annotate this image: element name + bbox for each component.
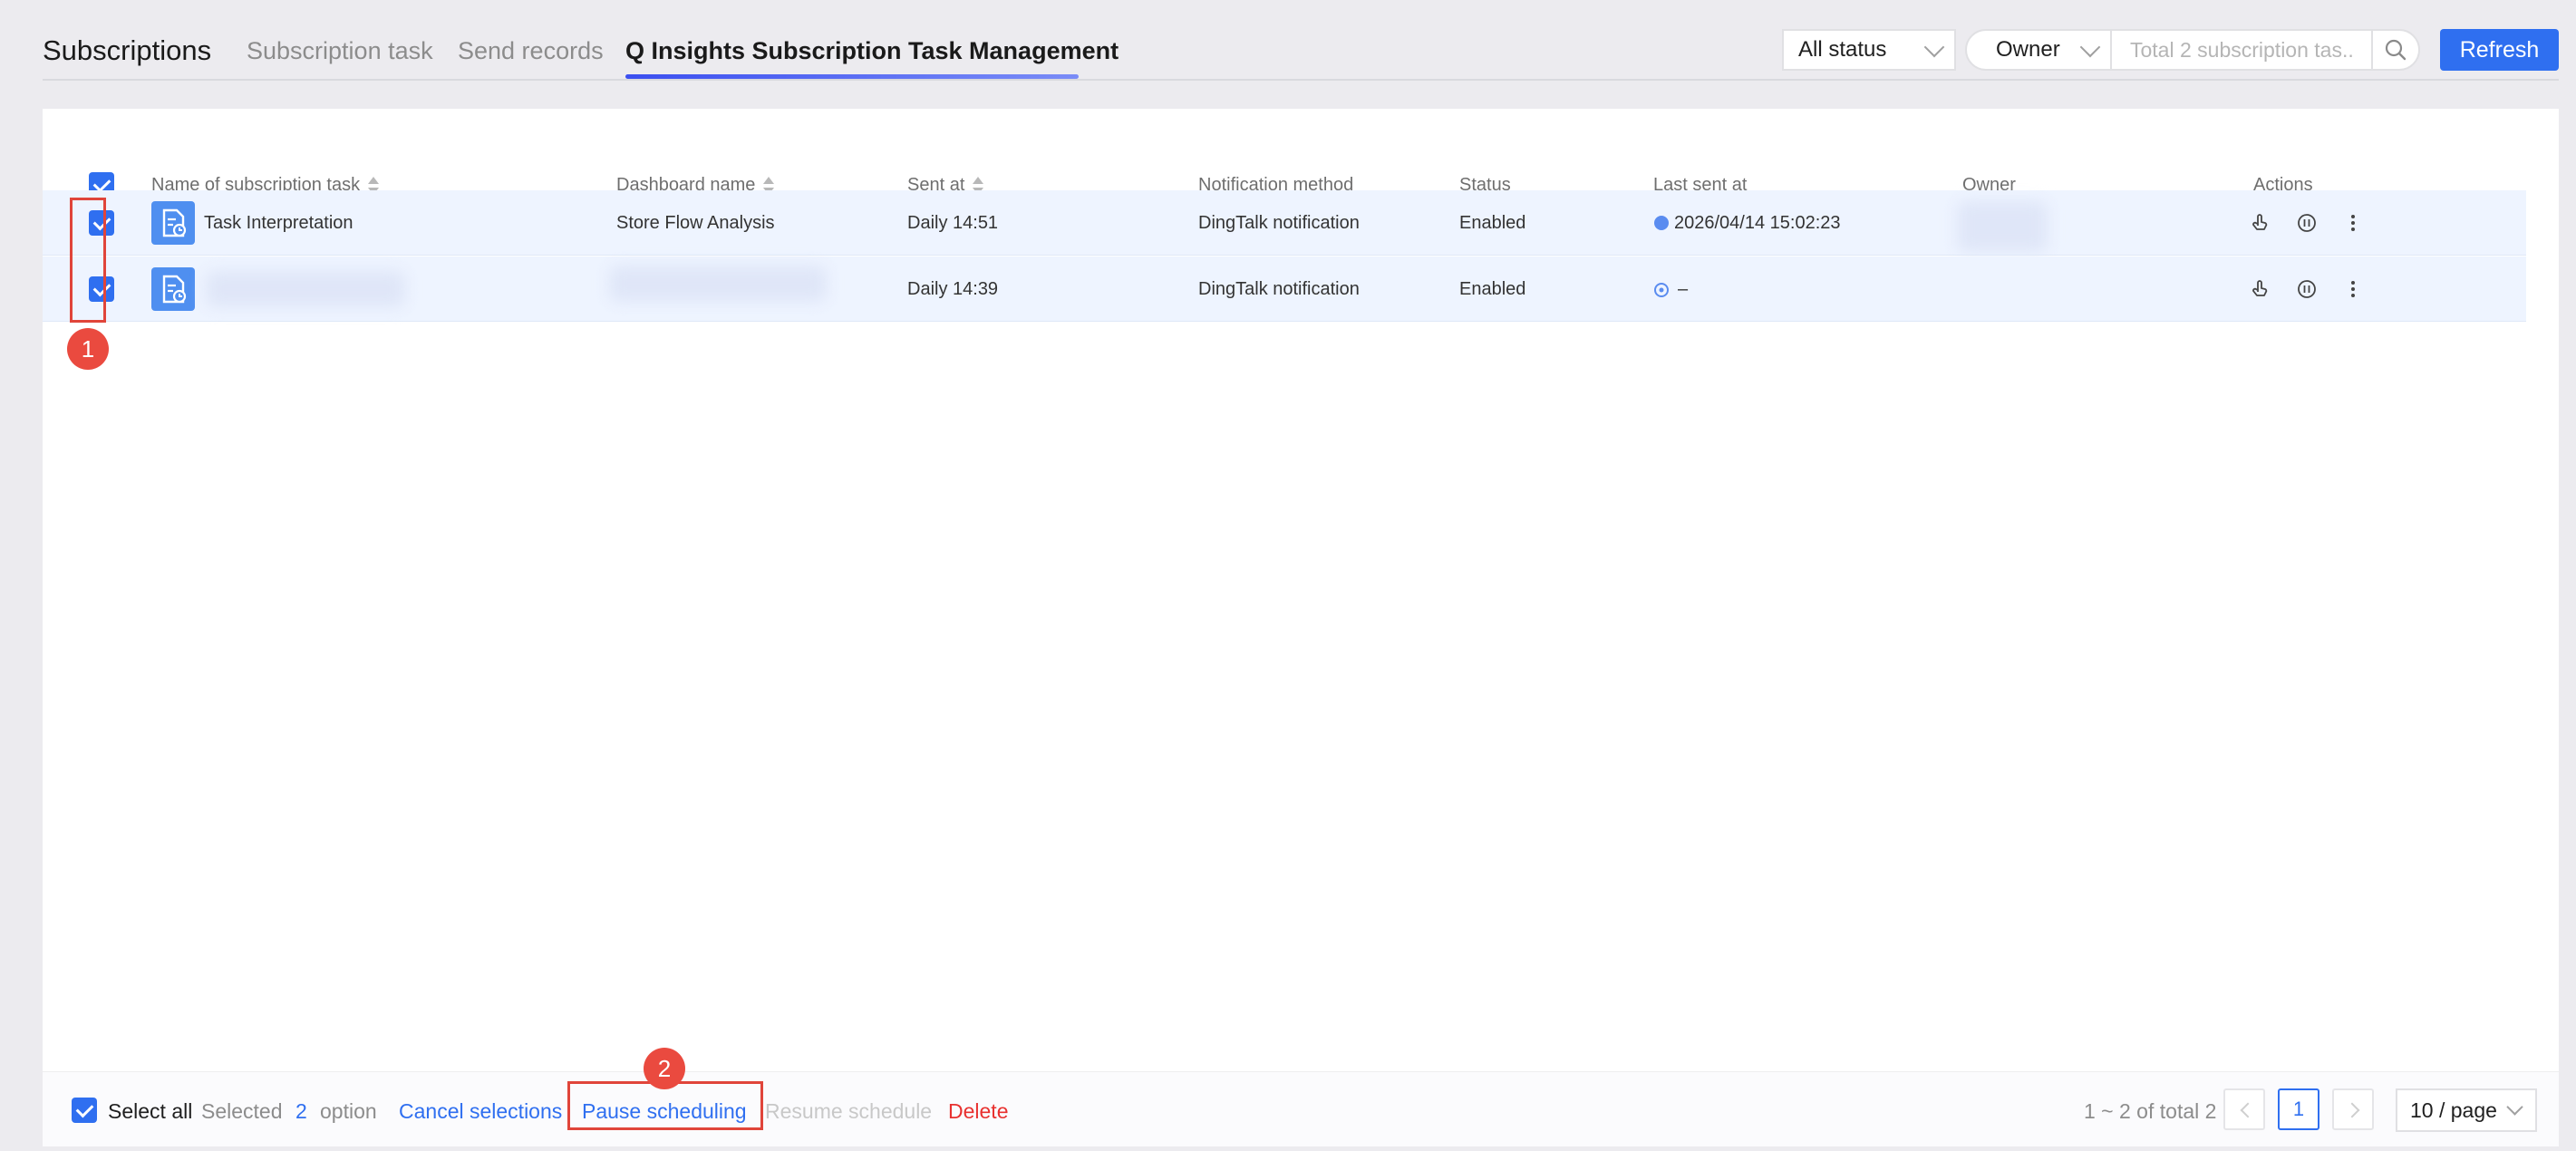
tab-q-insights-management[interactable]: Q Insights Subscription Task Management: [625, 34, 1119, 67]
sent-status-dot-icon: [1654, 216, 1669, 230]
page-size-value: 10 / page: [2410, 1098, 2497, 1122]
header-divider: [43, 79, 2559, 81]
owner-filter-select[interactable]: Owner: [1965, 29, 2112, 71]
pause-icon[interactable]: [2294, 210, 2319, 236]
next-page-button[interactable]: [2332, 1088, 2374, 1130]
annotation-highlight-row-checkboxes: [70, 198, 106, 323]
owner-filter-value: Owner: [1996, 37, 2060, 62]
sent-at: Daily 14:39: [907, 279, 999, 299]
selected-count: 2: [295, 1099, 307, 1123]
push-icon[interactable]: [2248, 276, 2273, 302]
select-all-label[interactable]: Select all: [108, 1098, 192, 1125]
page-size-select[interactable]: 10 / page: [2396, 1088, 2537, 1132]
task-table-panel: Name of subscription task Dashboard name…: [43, 109, 2559, 1146]
search-button[interactable]: [2371, 29, 2420, 71]
report-icon: [151, 201, 195, 245]
chevron-down-icon: [2506, 1098, 2523, 1116]
dashboard-name-redacted: [609, 266, 827, 302]
last-sent-at: 2026/04/14 15:02:23: [1674, 213, 1841, 233]
more-icon[interactable]: [2340, 276, 2366, 302]
chevron-down-icon: [2079, 36, 2101, 58]
refresh-button[interactable]: Refresh: [2440, 29, 2559, 71]
cancel-selections-button[interactable]: Cancel selections: [399, 1098, 562, 1125]
selected-suffix: option: [320, 1099, 377, 1123]
last-sent-at: –: [1678, 279, 1689, 299]
delete-button[interactable]: Delete: [948, 1098, 1008, 1125]
search-input[interactable]: [2110, 29, 2373, 71]
tab-send-records[interactable]: Send records: [458, 34, 604, 67]
bulk-action-bar: Select all Selected 2 option Cancel sele…: [43, 1071, 2559, 1146]
notification-method: DingTalk notification: [1198, 279, 1360, 299]
status-text: Enabled: [1459, 213, 1526, 233]
prev-page-button[interactable]: [2223, 1088, 2265, 1130]
owner-avatar-redacted: [1957, 201, 2048, 252]
pending-status-icon: [1654, 283, 1669, 297]
status-filter-value: All status: [1798, 37, 1887, 62]
page-number-current[interactable]: 1: [2278, 1088, 2319, 1130]
annotation-badge-2: 2: [644, 1048, 685, 1089]
report-icon: [151, 267, 195, 311]
table-row[interactable]: Task Interpretation Store Flow Analysis …: [43, 190, 2526, 256]
page-header: Subscriptions Subscription task Send rec…: [0, 0, 2576, 82]
pause-icon[interactable]: [2294, 276, 2319, 302]
task-name[interactable]: Task Interpretation: [204, 190, 353, 256]
annotation-badge-1: 1: [67, 328, 109, 370]
chevron-down-icon: [1923, 36, 1945, 58]
notification-method: DingTalk notification: [1198, 213, 1360, 233]
sent-at: Daily 14:51: [907, 213, 999, 233]
status-filter-select[interactable]: All status: [1782, 29, 1956, 71]
tab-subscription-task[interactable]: Subscription task: [247, 34, 433, 67]
dashboard-name[interactable]: Store Flow Analysis: [616, 190, 775, 256]
task-name-redacted: [206, 271, 405, 307]
more-icon[interactable]: [2340, 210, 2366, 236]
status-text: Enabled: [1459, 279, 1526, 299]
page-title: Subscriptions: [43, 34, 212, 66]
footer-select-all-checkbox[interactable]: [72, 1098, 97, 1123]
pagination-range: 1 ~ 2 of total 2: [2084, 1099, 2217, 1123]
search-icon: [2385, 39, 2407, 61]
selected-prefix: Selected: [201, 1099, 283, 1123]
table-row[interactable]: Daily 14:39 DingTalk notification Enable…: [43, 256, 2526, 322]
push-icon[interactable]: [2248, 210, 2273, 236]
resume-schedule-button[interactable]: Resume schedule: [765, 1098, 932, 1125]
